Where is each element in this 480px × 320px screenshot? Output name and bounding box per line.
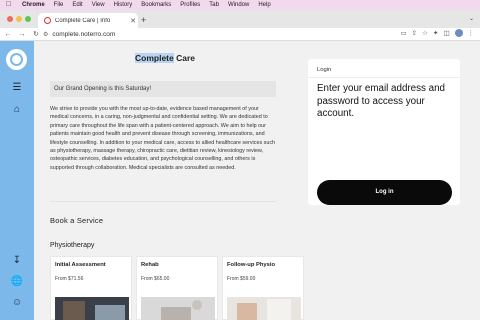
service-card-rehab[interactable]: Rehab From $65.00 xyxy=(136,256,218,320)
more-menu-icon[interactable]: ⋮ xyxy=(468,29,475,37)
apple-icon[interactable]:  xyxy=(6,0,16,10)
tab-active[interactable]: Complete Care | Info ✕ xyxy=(38,13,138,28)
title-rest: Care xyxy=(173,53,195,63)
announcement-banner: Our Grand Opening is this Saturday! xyxy=(50,81,276,97)
new-tab-icon[interactable]: + xyxy=(141,14,146,26)
toolbar-icons: ▭ ⇧ ☆ ✦ ◫ ⋮ xyxy=(400,29,474,37)
service-title: Rehab xyxy=(141,262,159,268)
service-image xyxy=(141,297,215,320)
category-heading: Physiotherapy xyxy=(50,242,95,249)
service-price: From $71.56 xyxy=(55,276,84,282)
forward-icon[interactable]: → xyxy=(16,31,28,38)
tab-search-icon[interactable]: ⌄ xyxy=(469,15,474,22)
title-highlighted: Complete xyxy=(135,53,174,63)
section-divider xyxy=(50,201,276,202)
close-tab-icon[interactable]: ✕ xyxy=(128,17,138,25)
profile-avatar[interactable] xyxy=(454,29,463,37)
service-card-initial-assessment[interactable]: Initial Assessment From $71.56 xyxy=(50,256,132,320)
site-info-icon[interactable]: ⚙ xyxy=(43,31,48,38)
close-window-icon[interactable] xyxy=(7,16,13,22)
book-service-heading: Book a Service xyxy=(50,216,104,225)
reload-icon[interactable]: ↻ xyxy=(30,30,42,38)
about-text: We strive to provide you with the most u… xyxy=(50,106,276,171)
sidepanel-icon[interactable]: ◫ xyxy=(443,29,449,37)
service-price: From $59.00 xyxy=(227,276,256,282)
menu-history[interactable]: History xyxy=(114,0,133,10)
menu-chrome[interactable]: Chrome xyxy=(22,0,45,10)
service-card-follow-up-physio[interactable]: Follow-up Physio From $59.00 xyxy=(222,256,304,320)
clinic-logo[interactable] xyxy=(6,49,27,70)
tab-title: Complete Care | Info xyxy=(55,17,111,24)
menu-window[interactable]: Window xyxy=(228,0,249,10)
home-icon[interactable]: ⌂ xyxy=(9,103,25,117)
macos-menubar:  Chrome File Edit View History Bookmark… xyxy=(0,0,480,10)
share-icon[interactable]: ⇧ xyxy=(412,29,417,37)
login-button[interactable]: Log in xyxy=(317,180,452,205)
address-bar[interactable]: ⚙ complete.noterro.com xyxy=(43,30,383,39)
login-panel: Login Enter your email address and passw… xyxy=(308,59,460,205)
sidebar: ☰ ⌂ ↧ 🌐 ☺ xyxy=(0,41,34,320)
minimize-window-icon[interactable] xyxy=(16,16,22,22)
main-content: Complete Care Our Grand Opening is this … xyxy=(34,41,304,320)
account-icon[interactable]: ☺ xyxy=(9,296,25,310)
tab-strip: Complete Care | Info ✕ + ⌄ xyxy=(0,10,480,28)
login-divider xyxy=(308,77,460,78)
menu-edit[interactable]: Edit xyxy=(72,0,82,10)
back-icon[interactable]: ← xyxy=(2,31,14,38)
page-viewport: ☰ ⌂ ↧ 🌐 ☺ Complete Care Our Grand Openin… xyxy=(0,41,480,320)
menu-bookmarks[interactable]: Bookmarks xyxy=(141,0,171,10)
hamburger-menu-icon[interactable]: ☰ xyxy=(9,81,25,95)
login-label: Login xyxy=(317,67,332,73)
browser-toolbar: ← → ↻ ⚙ complete.noterro.com ▭ ⇧ ☆ ✦ ◫ ⋮ xyxy=(0,28,480,41)
globe-icon[interactable]: 🌐 xyxy=(9,275,25,289)
service-title: Follow-up Physio xyxy=(227,262,275,268)
service-image xyxy=(227,297,301,320)
menu-file[interactable]: File xyxy=(54,0,64,10)
service-price: From $65.00 xyxy=(141,276,170,282)
menu-view[interactable]: View xyxy=(92,0,105,10)
favicon-icon xyxy=(44,17,51,24)
extensions-icon[interactable]: ✦ xyxy=(433,29,438,37)
download-icon[interactable]: ↧ xyxy=(9,254,25,268)
maximize-window-icon[interactable] xyxy=(25,16,31,22)
menu-help[interactable]: Help xyxy=(258,0,270,10)
menu-profiles[interactable]: Profiles xyxy=(180,0,200,10)
menu-tab[interactable]: Tab xyxy=(209,0,219,10)
install-icon[interactable]: ▭ xyxy=(400,29,406,37)
service-image xyxy=(55,297,129,320)
service-title: Initial Assessment xyxy=(55,262,106,268)
bookmark-star-icon[interactable]: ☆ xyxy=(422,29,428,37)
page-title: Complete Care xyxy=(34,53,296,63)
url-text: complete.noterro.com xyxy=(52,31,116,38)
login-prompt: Enter your email address and password to… xyxy=(317,83,445,119)
